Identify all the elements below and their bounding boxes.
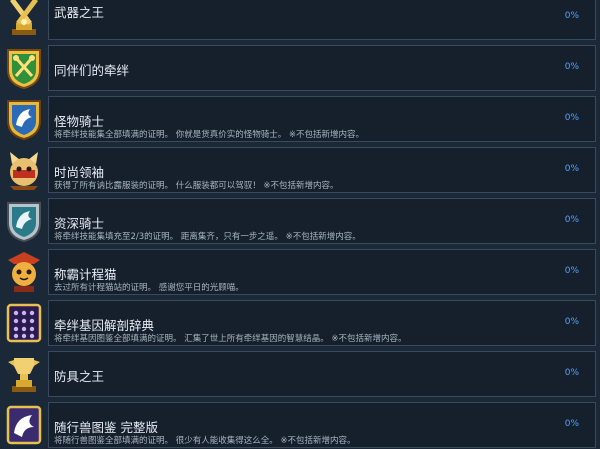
crossed-keys-shield-icon xyxy=(2,45,46,91)
achievement-row[interactable]: 称霸计程猫 去过所有计程猫站的证明。 感谢您平日的光顾喵。 0% xyxy=(0,249,600,295)
achievement-row[interactable]: 怪物骑士 将牵绊技能集全部填满的证明。 你就是货真价实的怪物骑士。 ※不包括新增… xyxy=(0,96,600,142)
veteran-rider-shield-icon xyxy=(2,198,46,244)
achievement-percent: 0% xyxy=(564,215,579,225)
gene-grid-book-icon xyxy=(2,300,46,346)
achievement-description: 将牵绊基因图鉴全部填满的证明。 汇集了世上所有牵绊基因的智慧结晶。 ※不包括新增… xyxy=(54,334,407,344)
program-cat-icon xyxy=(2,249,46,295)
achievement-card: 牵绊基因解剖辞典 将牵绊基因图鉴全部填满的证明。 汇集了世上所有牵绊基因的智慧结… xyxy=(48,300,596,346)
achievement-row[interactable]: 防具之王 0% xyxy=(0,351,600,397)
achievement-percent: 0% xyxy=(564,419,579,429)
monsterpedia-book-icon xyxy=(2,402,46,448)
achievement-row[interactable]: 随行兽图鉴 完整版 将随行兽图鉴全部填满的证明。 很少有人能收集得这么全。 ※不… xyxy=(0,402,600,448)
achievement-card: 武器之王 0% xyxy=(48,0,596,40)
achievement-title: 武器之王 xyxy=(54,5,105,20)
achievement-percent: 0% xyxy=(564,368,579,378)
achievement-row[interactable]: 资深骑士 将牵绊技能集填充至2/3的证明。 距离集齐，只有一步之遥。 ※不包括新… xyxy=(0,198,600,244)
achievement-percent: 0% xyxy=(564,317,579,327)
achievement-description: 获得了所有讷比露服装的证明。 什么服装都可以驾驭！ ※不包括新增内容。 xyxy=(54,181,339,191)
achievement-description: 去过所有计程猫站的证明。 感谢您平日的光顾喵。 xyxy=(54,283,244,293)
achievement-card: 称霸计程猫 去过所有计程猫站的证明。 感谢您平日的光顾喵。 0% xyxy=(48,249,596,295)
achievement-card: 时尚领袖 获得了所有讷比露服装的证明。 什么服装都可以驾驭！ ※不包括新增内容。… xyxy=(48,147,596,193)
felyne-mascot-icon xyxy=(2,147,46,193)
achievement-card: 随行兽图鉴 完整版 将随行兽图鉴全部填满的证明。 很少有人能收集得这么全。 ※不… xyxy=(48,402,596,448)
monster-rider-shield-icon xyxy=(2,96,46,142)
achievement-card: 资深骑士 将牵绊技能集填充至2/3的证明。 距离集齐，只有一步之遥。 ※不包括新… xyxy=(48,198,596,244)
achievement-percent: 0% xyxy=(564,11,579,21)
achievement-percent: 0% xyxy=(564,62,579,72)
armor-trophy-icon xyxy=(2,351,46,397)
achievement-percent: 0% xyxy=(564,164,579,174)
achievement-row[interactable]: 武器之王 0% xyxy=(0,0,600,40)
achievement-percent: 0% xyxy=(564,113,579,123)
achievement-card: 怪物骑士 将牵绊技能集全部填满的证明。 你就是货真价实的怪物骑士。 ※不包括新增… xyxy=(48,96,596,142)
achievement-card: 防具之王 0% xyxy=(48,351,596,397)
achievement-row[interactable]: 牵绊基因解剖辞典 将牵绊基因图鉴全部填满的证明。 汇集了世上所有牵绊基因的智慧结… xyxy=(0,300,600,346)
achievement-card: 同伴们的牵绊 0% xyxy=(48,45,596,91)
achievement-row[interactable]: 同伴们的牵绊 0% xyxy=(0,45,600,91)
achievement-percent: 0% xyxy=(564,266,579,276)
achievement-description: 将随行兽图鉴全部填满的证明。 很少有人能收集得这么全。 ※不包括新增内容。 xyxy=(54,436,356,446)
achievement-title: 同伴们的牵绊 xyxy=(54,63,130,78)
crossed-swords-trophy-icon xyxy=(2,0,46,40)
achievement-description: 将牵绊技能集填充至2/3的证明。 距离集齐，只有一步之遥。 ※不包括新增内容。 xyxy=(54,232,361,242)
achievement-title: 防具之王 xyxy=(54,369,105,384)
achievement-list: 武器之王 0% 同伴们的牵绊 0% 怪物骑士 将牵绊技能集全部填满的证明。 你就… xyxy=(0,0,600,449)
achievement-row[interactable]: 时尚领袖 获得了所有讷比露服装的证明。 什么服装都可以驾驭！ ※不包括新增内容。… xyxy=(0,147,600,193)
achievement-description: 将牵绊技能集全部填满的证明。 你就是货真价实的怪物骑士。 ※不包括新增内容。 xyxy=(54,130,365,140)
